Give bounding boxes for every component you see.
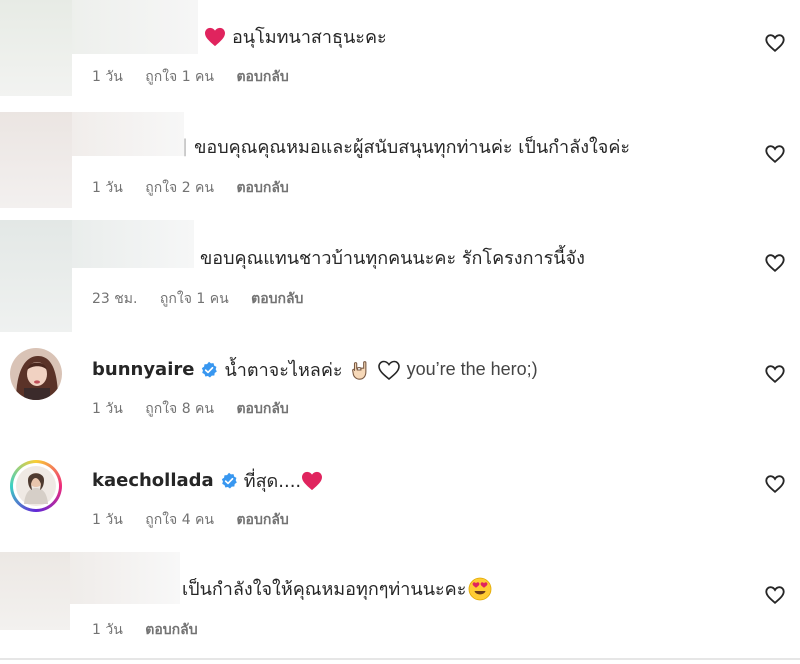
comment-2-meta: 1 วัน ถูกใจ 2 คน ตอบกลับ xyxy=(92,177,307,199)
blurred-avatar-1 xyxy=(0,0,72,96)
avatar-story-ring[interactable] xyxy=(10,460,62,512)
comment-time: 1 วัน xyxy=(92,69,123,85)
heart-icon[interactable] xyxy=(764,143,786,165)
avatar[interactable] xyxy=(10,348,62,400)
comment-3-meta: 23 ชม. ถูกใจ 1 คน ตอบกลับ xyxy=(92,288,321,310)
verified-badge-icon xyxy=(221,472,237,488)
comment-6-text-line: เป็นกำลังใจให้คุณหมอทุกๆท่านนะคะ xyxy=(182,574,492,603)
heart-icon[interactable] xyxy=(764,584,786,606)
heart-icon[interactable] xyxy=(764,252,786,274)
rock-hand-emoji xyxy=(351,360,366,380)
red-heart-emoji xyxy=(205,27,225,46)
reply-button[interactable]: ตอบกลับ xyxy=(236,401,288,417)
comment-time: 1 วัน xyxy=(92,512,123,528)
like-count[interactable]: ถูกใจ 4 คน xyxy=(145,512,214,528)
heart-eyes-emoji xyxy=(468,577,492,600)
like-count[interactable]: ถูกใจ 1 คน xyxy=(160,291,229,307)
comment-time: 1 วัน xyxy=(92,180,123,196)
heart-icon[interactable] xyxy=(764,473,786,495)
comment-1-meta: 1 วัน ถูกใจ 1 คน ตอบกลับ xyxy=(92,66,307,88)
divider xyxy=(0,658,800,660)
red-heart-emoji xyxy=(302,471,323,490)
username[interactable]: bunnyaire xyxy=(92,359,194,380)
comment-5-meta: 1 วัน ถูกใจ 4 คน ตอบกลับ xyxy=(92,509,307,531)
reply-button[interactable]: ตอบกลับ xyxy=(236,180,288,196)
comment-text-english: you’re the hero;) xyxy=(406,359,538,379)
blurred-avatar-6 xyxy=(0,552,70,630)
comment-6-meta: 1 วัน ตอบกลับ xyxy=(92,619,216,641)
like-count[interactable]: ถูกใจ 1 คน xyxy=(145,69,214,85)
comment-1-text-line: อนุโมทนาสาธุนะคะ xyxy=(204,22,387,51)
comment-text: อนุโมทนาสาธุนะคะ xyxy=(232,27,387,48)
like-count[interactable]: ถูกใจ 2 คน xyxy=(145,180,214,196)
comment-time: 23 ชม. xyxy=(92,291,138,307)
comment-text: ขอบคุณคุณหมอและผู้สนับสนุนทุกท่านค่ะ เป็… xyxy=(194,137,631,158)
comment-text: ที่สุด.... xyxy=(243,471,302,492)
comment-time: 1 วัน xyxy=(92,401,123,417)
blurred-avatar-3 xyxy=(0,220,72,332)
comment-4-meta: 1 วัน ถูกใจ 8 คน ตอบกลับ xyxy=(92,398,307,420)
comment-5-text-line: kaechollada ที่สุด.... xyxy=(92,466,323,495)
avatar-image xyxy=(10,348,62,400)
reply-button[interactable]: ตอบกลับ xyxy=(236,69,288,85)
heart-icon[interactable] xyxy=(764,32,786,54)
comment-time: 1 วัน xyxy=(92,622,123,638)
verified-badge-icon xyxy=(202,361,218,377)
reply-button[interactable]: ตอบกลับ xyxy=(236,512,288,528)
like-count[interactable]: ถูกใจ 8 คน xyxy=(145,401,214,417)
comment-text: เป็นกำลังใจให้คุณหมอทุกๆท่านนะคะ xyxy=(182,579,467,600)
comment-4-text-line: bunnyaire น้ำตาจะไหลค่ะ you’re the hero;… xyxy=(92,355,538,384)
comment-3-text-line: ขอบคุณแทนชาวบ้านทุกคนนะคะ รักโครงการนี้จ… xyxy=(200,243,585,272)
comment-text: ขอบคุณแทนชาวบ้านทุกคนนะคะ รักโครงการนี้จ… xyxy=(200,248,585,269)
heart-icon[interactable] xyxy=(764,363,786,385)
blurred-avatar-2 xyxy=(0,112,72,208)
avatar-image xyxy=(16,466,56,506)
white-heart-emoji xyxy=(377,360,400,380)
comment-2-text-line: | ขอบคุณคุณหมอและผู้สนับสนุนทุกท่านค่ะ เ… xyxy=(182,132,630,161)
username[interactable]: kaechollada xyxy=(92,470,214,491)
comment-text: น้ำตาจะไหลค่ะ xyxy=(224,360,343,381)
reply-button[interactable]: ตอบกลับ xyxy=(145,622,197,638)
reply-button[interactable]: ตอบกลับ xyxy=(251,291,303,307)
